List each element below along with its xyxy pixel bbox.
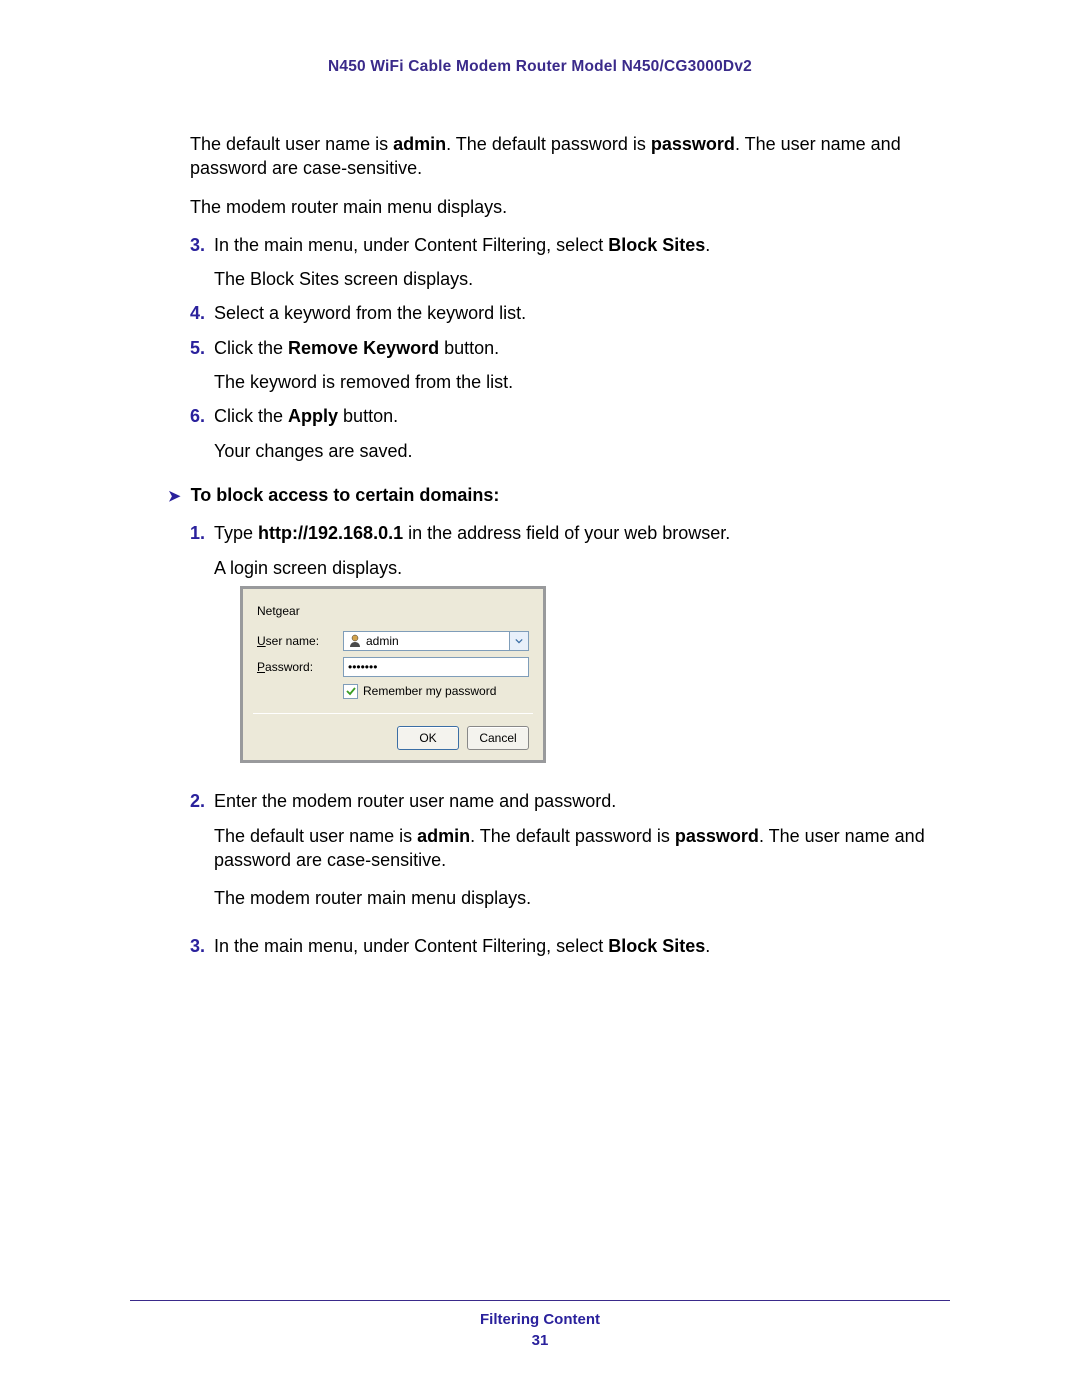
page-footer: Filtering Content 31 <box>130 1300 950 1349</box>
bold-text: http://192.168.0.1 <box>258 523 403 543</box>
step-subtext: Your changes are saved. <box>214 439 930 463</box>
text: Type <box>214 523 258 543</box>
dialog-button-row: OK Cancel <box>257 722 529 750</box>
password-value: ••••••• <box>348 659 377 675</box>
text: Enter the modem router user name and pas… <box>214 791 616 811</box>
step-content: Type http://192.168.0.1 in the address f… <box>214 521 930 779</box>
password-input[interactable]: ••••••• <box>343 657 529 677</box>
bold-text: Remove Keyword <box>288 338 439 358</box>
step-number: 3. <box>190 934 214 958</box>
step-b3: 3. In the main menu, under Content Filte… <box>190 934 930 958</box>
step-number: 5. <box>190 336 214 395</box>
text: button. <box>439 338 499 358</box>
step-subtext: The Block Sites screen displays. <box>214 267 930 291</box>
text: The default user name is <box>214 826 417 846</box>
username-label: User name: <box>257 633 343 649</box>
step-4: 4. Select a keyword from the keyword lis… <box>190 301 930 325</box>
chevron-down-icon[interactable] <box>509 632 528 650</box>
step-number: 3. <box>190 233 214 292</box>
bold-text: admin <box>393 134 446 154</box>
password-label: Password: <box>257 659 343 675</box>
step-number: 2. <box>190 789 214 924</box>
intro-paragraph-1: The default user name is admin. The defa… <box>190 132 930 181</box>
text: . <box>705 936 710 956</box>
label-underline: R <box>363 684 372 698</box>
user-icon <box>348 634 362 648</box>
section-heading-row: ➤ To block access to certain domains: <box>168 483 930 507</box>
username-value: admin <box>366 633 399 649</box>
step-subtext: The default user name is admin. The defa… <box>214 824 930 873</box>
step-content: Enter the modem router user name and pas… <box>214 789 930 924</box>
username-combobox[interactable]: admin <box>343 631 529 651</box>
step-subtext: A login screen displays. <box>214 556 930 580</box>
bold-text: Block Sites <box>608 936 705 956</box>
step-number: 1. <box>190 521 214 779</box>
bold-text: Apply <box>288 406 338 426</box>
step-content: In the main menu, under Content Filterin… <box>214 233 930 292</box>
page-header-title: N450 WiFi Cable Modem Router Model N450/… <box>140 58 940 76</box>
body-content: The default user name is admin. The defa… <box>190 132 930 959</box>
text: in the address field of your web browser… <box>403 523 730 543</box>
step-content: Select a keyword from the keyword list. <box>214 301 930 325</box>
label-rest: assword: <box>265 660 313 674</box>
bold-text: Block Sites <box>608 235 705 255</box>
login-brand-label: Netgear <box>257 603 529 619</box>
text: Click the <box>214 406 288 426</box>
step-subtext: The modem router main menu displays. <box>214 886 930 910</box>
text: button. <box>338 406 398 426</box>
remember-checkbox[interactable] <box>343 684 358 699</box>
arrow-icon: ➤ <box>168 487 181 507</box>
text: . The default password is <box>446 134 651 154</box>
username-row: User name: admin <box>257 631 529 651</box>
section-heading: To block access to certain domains: <box>191 483 500 507</box>
step-number: 6. <box>190 404 214 463</box>
step-5: 5. Click the Remove Keyword button. The … <box>190 336 930 395</box>
step-3: 3. In the main menu, under Content Filte… <box>190 233 930 292</box>
ok-button[interactable]: OK <box>397 726 459 750</box>
footer-section-title: Filtering Content <box>130 1311 950 1328</box>
label-underline: U <box>257 634 266 648</box>
bold-text: password <box>675 826 759 846</box>
text: . <box>705 235 710 255</box>
login-dialog: Netgear User name: admin <box>240 586 546 763</box>
text: In the main menu, under Content Filterin… <box>214 936 608 956</box>
text: . The default password is <box>470 826 675 846</box>
cancel-button[interactable]: Cancel <box>467 726 529 750</box>
step-b1: 1. Type http://192.168.0.1 in the addres… <box>190 521 930 779</box>
label-underline: P <box>257 660 265 674</box>
step-content: Click the Remove Keyword button. The key… <box>214 336 930 395</box>
step-content: In the main menu, under Content Filterin… <box>214 934 930 958</box>
step-number: 4. <box>190 301 214 325</box>
bold-text: password <box>651 134 735 154</box>
text: In the main menu, under Content Filterin… <box>214 235 608 255</box>
footer-page-number: 31 <box>130 1332 950 1349</box>
bold-text: admin <box>417 826 470 846</box>
remember-row: Remember my password <box>343 683 529 699</box>
text: Click the <box>214 338 288 358</box>
footer-divider <box>130 1300 950 1301</box>
text: The default user name is <box>190 134 393 154</box>
intro-paragraph-2: The modem router main menu displays. <box>190 195 930 219</box>
document-page: N450 WiFi Cable Modem Router Model N450/… <box>0 0 1080 1397</box>
label-rest: emember my password <box>372 684 497 698</box>
step-content: Click the Apply button. Your changes are… <box>214 404 930 463</box>
step-6: 6. Click the Apply button. Your changes … <box>190 404 930 463</box>
step-subtext: The keyword is removed from the list. <box>214 370 930 394</box>
dialog-separator <box>253 713 533 714</box>
remember-label: Remember my password <box>363 683 496 699</box>
label-rest: ser name: <box>266 634 319 648</box>
password-row: Password: ••••••• <box>257 657 529 677</box>
login-dialog-inner: Netgear User name: admin <box>243 589 543 760</box>
step-b2: 2. Enter the modem router user name and … <box>190 789 930 924</box>
